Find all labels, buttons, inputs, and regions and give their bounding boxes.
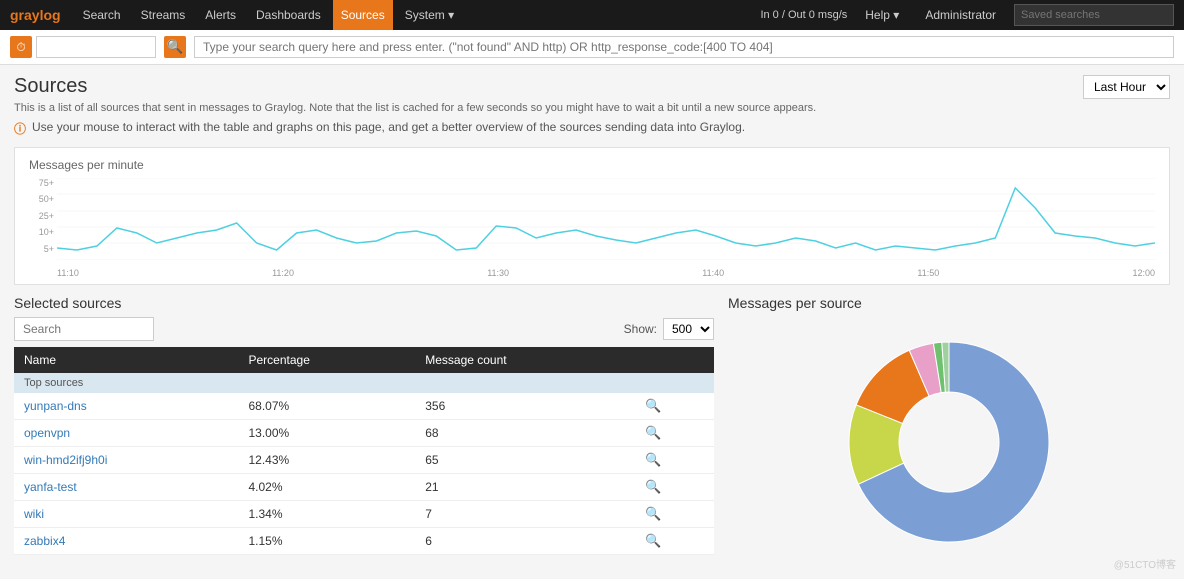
pie-title: Messages per source [728,295,1170,311]
nav-streams[interactable]: Streams [133,0,194,30]
source-percentage: 68.07% [238,393,415,420]
zoom-icon[interactable]: 🔍 [645,425,661,440]
search-query-input[interactable] [194,36,1174,58]
source-link[interactable]: wiki [24,507,44,521]
time-selector-button[interactable]: ⏱ [10,36,32,58]
source-count: 21 [415,474,635,501]
source-count: 6 [415,528,635,555]
info-text: Use your mouse to interact with the tabl… [32,120,745,134]
source-zoom[interactable]: 🔍 [635,474,714,501]
table-search-input[interactable] [14,317,154,341]
show-select[interactable]: 500 100 50 25 [663,318,714,340]
watermark: @51CTO博客 [1114,556,1176,571]
page-title: Sources [14,75,816,98]
table-row: win-hmd2ifj9h0i 12.43% 65 🔍 [14,447,714,474]
nav-help[interactable]: Help ▾ [857,0,907,30]
pie-chart-svg [834,327,1064,557]
chart-section: Messages per minute 75+ 50+ 25+ 10+ 5+ [14,147,1170,285]
source-zoom[interactable]: 🔍 [635,447,714,474]
info-box: ⓘ Use your mouse to interact with the ta… [14,120,816,137]
source-zoom[interactable]: 🔍 [635,528,714,555]
zoom-icon[interactable]: 🔍 [645,533,661,548]
time-input[interactable]: Last Hour [36,36,156,58]
info-icon: ⓘ [14,120,26,137]
source-name: zabbix4 [14,528,238,555]
page-header-row: Sources This is a list of all sources th… [14,75,1170,147]
source-percentage: 1.34% [238,501,415,528]
group-label: Top sources [14,373,714,393]
main-content: Sources This is a list of all sources th… [0,65,1184,567]
source-count: 356 [415,393,635,420]
zoom-icon[interactable]: 🔍 [645,398,661,413]
chart-container: 75+ 50+ 25+ 10+ 5+ [29,178,1155,278]
source-zoom[interactable]: 🔍 [635,501,714,528]
chart-title: Messages per minute [29,158,1155,172]
col-name: Name [14,347,238,373]
source-percentage: 1.15% [238,528,415,555]
source-link[interactable]: openvpn [24,426,70,440]
source-count: 68 [415,420,635,447]
zoom-icon[interactable]: 🔍 [645,479,661,494]
page-description: This is a list of all sources that sent … [14,102,816,114]
page-header-left: Sources This is a list of all sources th… [14,75,816,147]
table-controls: Show: 500 100 50 25 [14,317,714,341]
nav-sources[interactable]: Sources [333,0,393,30]
time-range-select[interactable]: Last Hour [1083,75,1170,99]
source-count: 65 [415,447,635,474]
col-percentage: Percentage [238,347,415,373]
search-bar-area: ⏱ Last Hour 🔍 [0,30,1184,65]
nav-dashboards[interactable]: Dashboards [248,0,329,30]
top-nav: graylog Search Streams Alerts Dashboards… [0,0,1184,30]
nav-search[interactable]: Search [75,0,129,30]
col-count: Message count [415,347,635,373]
nav-alerts[interactable]: Alerts [197,0,244,30]
selected-sources-title: Selected sources [14,295,714,311]
table-row: openvpn 13.00% 68 🔍 [14,420,714,447]
pie-section: Messages per source [728,295,1170,557]
source-link[interactable]: yanfa-test [24,480,77,494]
nav-left: graylog Search Streams Alerts Dashboards… [10,0,462,30]
zoom-icon[interactable]: 🔍 [645,452,661,467]
chart-y-labels: 75+ 50+ 25+ 10+ 5+ [29,178,57,260]
source-percentage: 12.43% [238,447,415,474]
table-row: yunpan-dns 68.07% 356 🔍 [14,393,714,420]
show-control: Show: 500 100 50 25 [624,318,714,340]
source-zoom[interactable]: 🔍 [635,420,714,447]
source-link[interactable]: zabbix4 [24,534,65,548]
saved-searches-input[interactable] [1014,4,1174,26]
source-name: wiki [14,501,238,528]
show-label: Show: [624,322,657,336]
source-link[interactable]: win-hmd2ifj9h0i [24,453,107,467]
message-status: In 0 / Out 0 msg/s [760,9,847,21]
chart-svg [57,178,1155,260]
source-name: yunpan-dns [14,393,238,420]
nav-system[interactable]: System ▾ [397,0,462,30]
bottom-section: Selected sources Show: 500 100 50 25 Nam [14,295,1170,557]
source-name: openvpn [14,420,238,447]
source-name: win-hmd2ifj9h0i [14,447,238,474]
zoom-icon[interactable]: 🔍 [645,506,661,521]
source-name: yanfa-test [14,474,238,501]
brand-logo: graylog [10,7,61,23]
source-count: 7 [415,501,635,528]
table-row: yanfa-test 4.02% 21 🔍 [14,474,714,501]
source-zoom[interactable]: 🔍 [635,393,714,420]
nav-user[interactable]: Administrator [917,0,1004,30]
col-actions [635,347,714,373]
source-percentage: 13.00% [238,420,415,447]
group-header: Top sources [14,373,714,393]
source-link[interactable]: yunpan-dns [24,399,87,413]
sources-table: Name Percentage Message count Top source… [14,347,714,555]
table-section: Selected sources Show: 500 100 50 25 Nam [14,295,714,557]
nav-right: In 0 / Out 0 msg/s Help ▾ Administrator [760,0,1174,30]
table-row: zabbix4 1.15% 6 🔍 [14,528,714,555]
pie-container [728,317,1170,557]
search-button[interactable]: 🔍 [164,36,186,58]
chart-x-labels: 11:10 11:20 11:30 11:40 11:50 12:00 [57,260,1155,278]
table-row: wiki 1.34% 7 🔍 [14,501,714,528]
source-percentage: 4.02% [238,474,415,501]
time-selector: ⏱ Last Hour [10,36,156,58]
